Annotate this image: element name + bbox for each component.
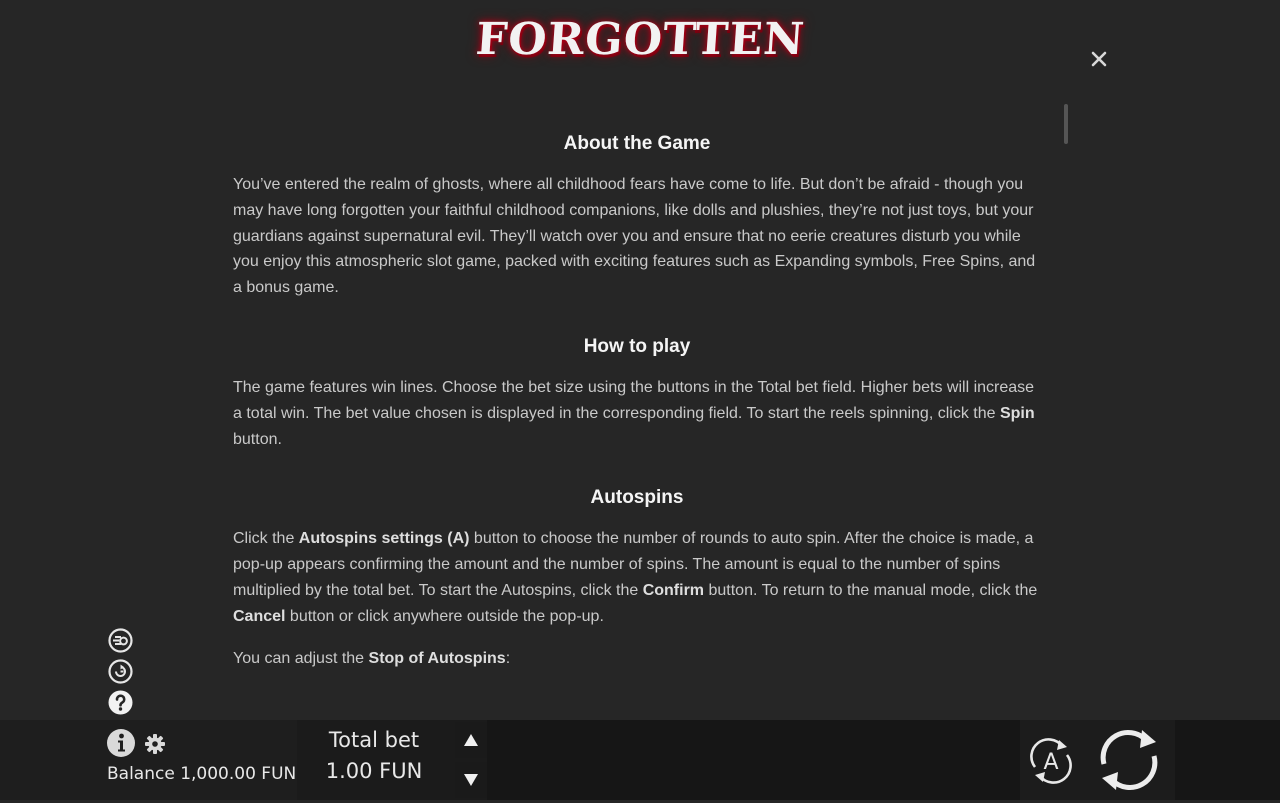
bet-increase-button[interactable] — [455, 722, 487, 758]
side-icon-column — [108, 628, 134, 721]
autospins-settings-button[interactable]: A — [1026, 736, 1076, 786]
triangle-up-icon — [464, 734, 478, 746]
bet-decrease-button[interactable] — [455, 762, 487, 798]
stop-autospins-text: You can adjust the Stop of Autospins: — [233, 646, 1041, 672]
stop-of-autospins-bold: Stop of Autospins — [368, 649, 506, 667]
game-logo-text: FORGOTTEN — [473, 14, 807, 65]
balance-display: Balance 1,000.00 FUN — [107, 764, 297, 784]
info-button[interactable] — [106, 728, 136, 758]
confirm-bold: Confirm — [642, 581, 705, 599]
quick-spin-icon — [108, 659, 133, 684]
quick-spin-button[interactable] — [108, 659, 133, 684]
spin-icon — [1100, 730, 1158, 790]
autospins-text: Click the Autospins settings (A) button … — [233, 526, 1041, 629]
balance-panel — [0, 720, 297, 800]
total-bet-value: 1.00 FUN — [325, 759, 423, 783]
autospins-text-a: Click the — [233, 530, 299, 548]
settings-button[interactable] — [144, 733, 166, 755]
triangle-down-icon — [464, 774, 478, 786]
about-text: You’ve entered the realm of ghosts, wher… — [233, 176, 1036, 297]
gear-icon — [145, 734, 165, 754]
autospins-settings-bold: Autospins settings (A) — [298, 530, 470, 548]
how-to-play-text: The game features win lines. Choose the … — [233, 375, 1041, 452]
bottom-control-bar — [0, 720, 1280, 800]
turbo-spin-icon — [108, 628, 133, 653]
info-icon — [107, 729, 135, 757]
section-title-about: About the Game — [563, 133, 711, 154]
scrollbar-thumb[interactable] — [1064, 104, 1068, 144]
stop-text-c: : — [505, 649, 511, 667]
close-button[interactable] — [1086, 46, 1112, 72]
stop-text-a: You can adjust the — [233, 649, 369, 667]
spin-bold: Spin — [999, 404, 1035, 422]
cancel-bold: Cancel — [233, 607, 286, 625]
help-button[interactable] — [108, 690, 133, 715]
section-title-autospins: Autospins — [590, 487, 684, 509]
turbo-spin-button[interactable] — [108, 628, 133, 653]
autospins-text-g: button or click anywhere outside the pop… — [285, 607, 604, 625]
autospin-icon: A — [1030, 738, 1072, 784]
how-to-play-text-2: button. — [233, 430, 282, 448]
question-icon — [108, 690, 133, 715]
rules-content: About the Game You’ve entered the realm … — [233, 128, 1041, 671]
close-icon — [1091, 51, 1107, 67]
total-bet-label: Total bet — [328, 728, 420, 752]
how-to-play-text-1: The game features win lines. Choose the … — [233, 378, 1035, 422]
spin-button[interactable] — [1094, 726, 1164, 794]
autospins-text-e: button. To return to the manual mode, cl… — [704, 581, 1038, 599]
scrollbar[interactable] — [1063, 104, 1069, 144]
section-title-how-to-play: How to play — [583, 335, 691, 357]
autospin-label: A — [1043, 750, 1058, 775]
